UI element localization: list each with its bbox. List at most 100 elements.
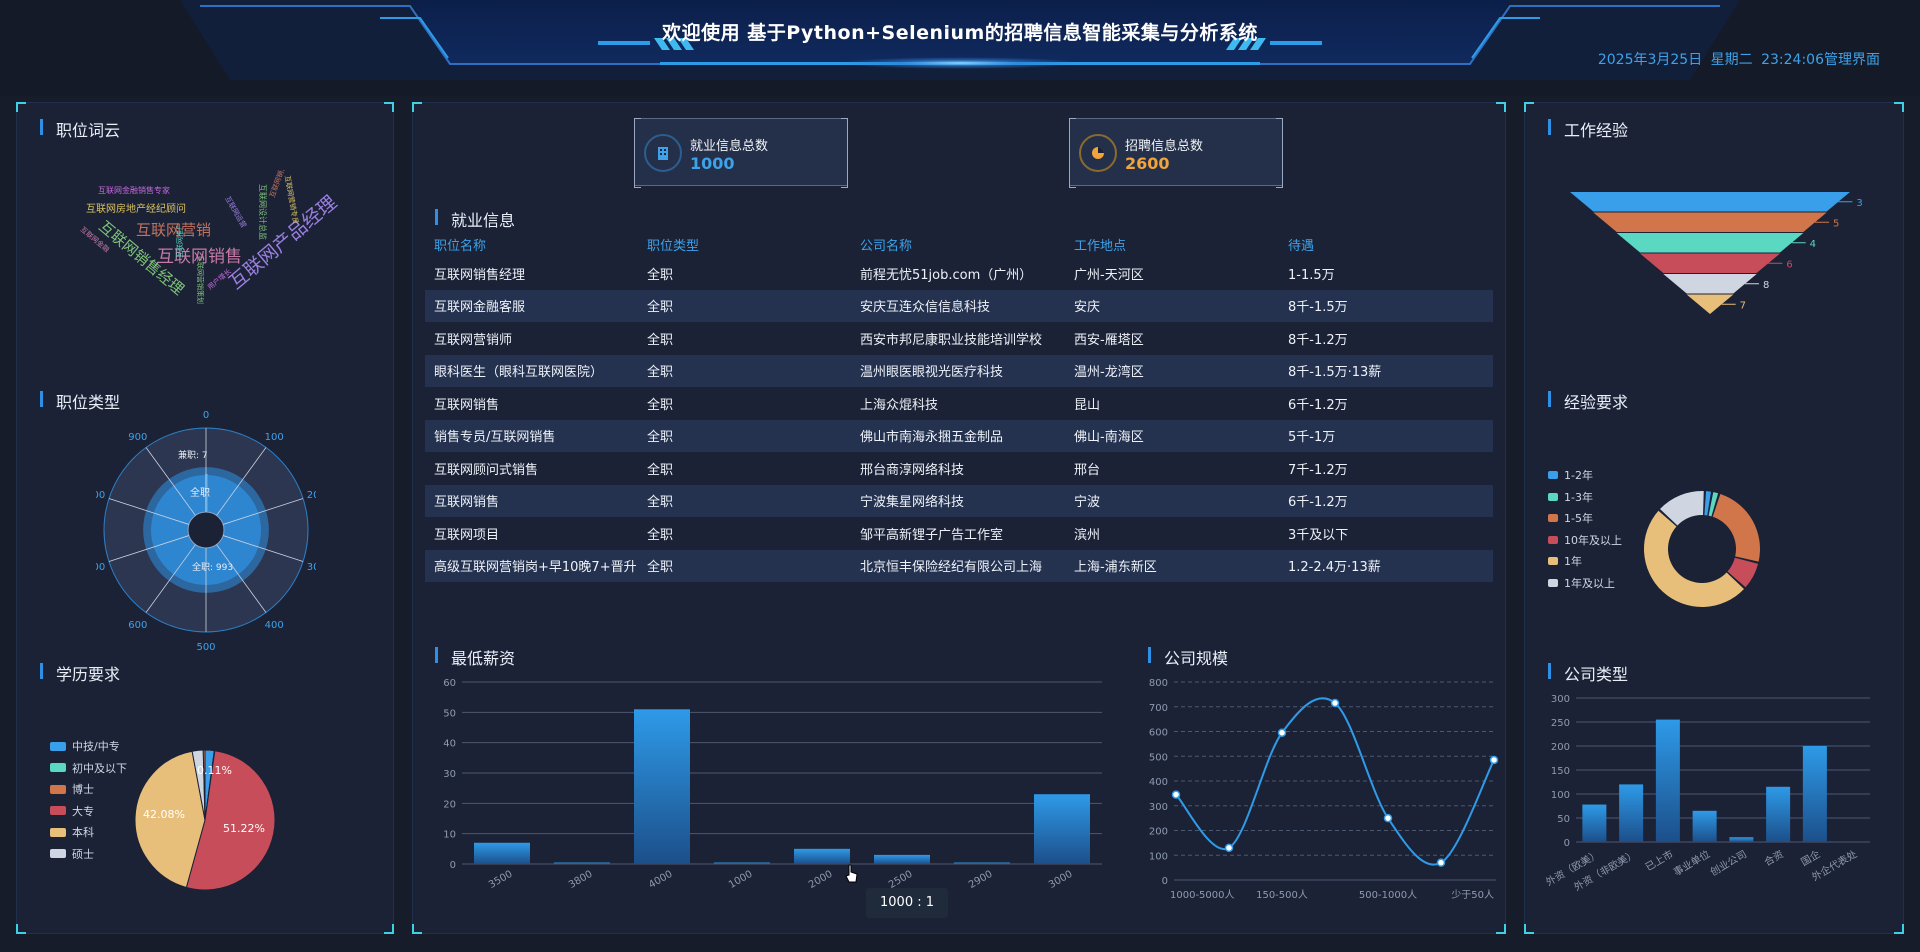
x-tick-label: 外资（非欧美） [1572,847,1639,893]
pie-data-label: 42.08% [143,808,185,821]
legend-item[interactable]: 1年 [1548,553,1582,569]
table-cell: 安庆互连众信信息科技 [851,289,1065,322]
column-header[interactable]: 公司名称 [851,231,1065,257]
legend-label: 硕士 [72,847,94,861]
table-row[interactable]: 互联网营销师 全职 西安市邦尼康职业技能培训学校 西安-雁塔区 8千-1.2万 [425,322,1493,355]
table-row[interactable]: 高级互联网营销岗+早10晚7+晋升 全职 北京恒丰保险经纪有限公司上海 上海-浦东新区… [425,549,1493,582]
y-tick-label: 600 [1149,728,1168,739]
company-type-title: 公司类型 [1546,661,1628,685]
polar-tick-label: 0 [203,410,209,421]
polar-category-label: 全职 [190,486,210,499]
table-cell: 互联网顾问式销售 [434,462,539,478]
legend-item[interactable]: 中技/中专 [50,738,120,754]
bar [1766,786,1791,842]
data-point [1436,858,1446,867]
legend-item[interactable]: 硕士 [50,846,94,862]
date-text: 2025年3月25日 [1597,52,1703,68]
data-point [1277,728,1287,737]
table-row[interactable]: 互联网销售 全职 上海众焜科技 昆山 6千-1.2万 [425,387,1493,420]
page-title: 欢迎使用 基于Python+Selenium的招聘信息智能采集与分析系统 [662,22,1258,44]
table-cell: 西安市邦尼康职业技能培训学校 [860,332,1043,348]
table-cell: 全职 [647,397,674,413]
x-tick-label: 事业单位 [1671,847,1712,878]
polar-hole [187,511,225,549]
y-tick-label: 0 [450,860,456,871]
column-header[interactable]: 职位名称 [425,231,638,257]
x-tick-label: 3800 [567,869,595,891]
legend-item[interactable]: 初中及以下 [50,760,127,776]
table-cell: 互联网项目 [434,527,500,543]
legend-item[interactable]: 1年及以上 [1548,575,1615,591]
legend-item[interactable]: 10年及以上 [1548,532,1622,548]
pie-chart-icon [1079,134,1117,172]
legend-item[interactable]: 1-2年 [1548,467,1593,483]
legend-swatch [50,806,66,815]
column-header[interactable]: 工作地点 [1065,231,1279,257]
table-cell: 邹平高新锂子广告工作室 [860,527,1004,543]
bar [954,862,1010,864]
bar [1802,746,1827,842]
table-cell: 8千-1.5万 [1279,289,1493,322]
table-row[interactable]: 销售专员/互联网销售 全职 佛山市南海永捆五金制品 佛山-南海区 5千-1万 [425,419,1493,452]
table-cell: 安庆 [1065,289,1279,322]
polar-tick-label: 800 [96,490,105,501]
y-tick-label: 100 [1149,851,1168,862]
bar [714,862,770,864]
table-cell: 全职 [647,267,674,283]
word-cloud-word: 互联网营销专员 [283,175,300,225]
x-tick-label: 2000 [807,869,835,891]
legend-item[interactable]: 本科 [50,824,94,840]
y-tick-label: 40 [443,739,456,750]
kpi-card-recruitment: 招聘信息总数 2600 [1069,118,1283,188]
polar-tick-label: 400 [265,620,284,631]
legend-label: 1年及以上 [1564,576,1615,590]
funnel-segment [1640,253,1780,273]
funnel-value-label: 5 [1833,218,1839,229]
data-point [1224,843,1234,853]
table-cell: 全职 [638,484,851,517]
legend-item[interactable]: 博士 [50,781,94,797]
legend-item[interactable]: 1-3年 [1548,489,1593,505]
table-row[interactable]: 互联网销售 全职 宁波集星网络科技 宁波 6千-1.2万 [425,484,1493,517]
admin-link[interactable]: 管理界面 [1824,49,1880,69]
legend-label: 博士 [72,783,94,796]
legend-item[interactable]: 1-5年 [1548,510,1593,526]
company-type-bar-chart: 050100150200250300外资（欧美）外资（非欧美） 已上市事业单位创业… [1543,694,1870,894]
word-cloud-word: 互联网运营 [223,195,248,230]
legend-item[interactable]: 大专 [50,803,94,819]
legend-swatch [50,849,66,858]
x-tick-label: 3500 [487,869,515,891]
bar [554,862,610,864]
work-experience-funnel-chart: 3 5 4 6 8 7 [1570,192,1863,314]
education-pie-chart: 0.11% 51.22% 42.08% [134,749,276,891]
x-tick-label: 已上市 [1643,847,1675,873]
education-title: 学历要求 [38,661,120,685]
table-cell: 5千-1万 [1279,419,1493,452]
employment-table: 职位名称 职位类型 公司名称 工作地点 待遇 互联网销售经理 全职 前程无忧51jo… [425,231,1493,582]
company-size-line-chart: 0 100 200 300 400 500 600 700 800 1000-5000人 150-5… [1149,678,1499,901]
table-cell: 佛山-南海区 [1065,419,1279,452]
table-cell: 宁波 [1065,484,1279,517]
time-text: 23:24:06 [1761,52,1824,68]
table-cell: 昆山 [1074,397,1101,413]
legend-swatch [50,827,66,837]
table-cell: 邢台商淳网络科技 [860,462,965,478]
min-salary-title: 最低薪资 [433,645,515,669]
funnel-value-label: 3 [1856,198,1862,209]
table-cell: 3千及以下 [1288,527,1349,543]
table-row[interactable]: 互联网销售经理 全职 前程无忧51job.com（广州） 广州-天河区 1-1.5万 [425,257,1493,290]
table-cell: 宁波集星网络科技 [851,484,1065,517]
table-row[interactable]: 互联网项目 全职 邹平高新锂子广告工作室 滨州 3千及以下 [425,517,1493,550]
table-row[interactable]: 眼科医生（眼科互联网医院） 全职 温州眼医眼视光医疗科技 温州-龙湾区 8千-1.5万·… [425,354,1493,387]
y-tick-label: 0 [1564,838,1570,849]
funnel-segment [1663,274,1757,294]
column-header[interactable]: 待遇 [1279,231,1493,257]
table-cell: 6千-1.2万 [1279,484,1493,517]
employment-info-title: 就业信息 [433,207,515,231]
table-row[interactable]: 互联网顾问式销售 全职 邢台商淳网络科技 邢台 7千-1.2万 [425,452,1493,485]
y-tick-label: 50 [1557,814,1570,825]
legend-label: 本科 [72,826,94,839]
word-cloud-word: 互联网营销策划 [196,255,205,304]
table-row[interactable]: 互联网金融客服 全职 安庆互连众信信息科技 安庆 8千-1.5万 [425,289,1493,322]
column-header[interactable]: 职位类型 [638,231,851,257]
